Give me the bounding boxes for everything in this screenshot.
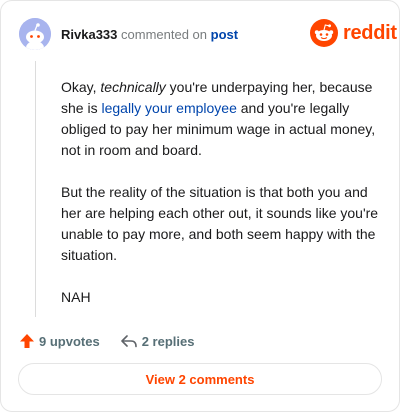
reply-arrow-icon [120, 335, 137, 348]
post-link[interactable]: post [211, 27, 238, 42]
username[interactable]: Rivka333 [61, 27, 117, 42]
reddit-wordmark: reddit [343, 21, 397, 44]
upvotes-button[interactable]: 9 upvotes [19, 333, 100, 349]
legally-employee-link[interactable]: legally your employee [101, 100, 236, 116]
upvote-arrow-icon [20, 334, 34, 348]
snoo-avatar-icon [19, 18, 51, 50]
comment-body: Okay, technically you're underpaying her… [61, 77, 379, 308]
comment-paragraph-3: NAH [61, 289, 91, 305]
comment-header: Rivka333 commented on post [61, 27, 238, 43]
reddit-logo-icon [310, 19, 338, 47]
reddit-logo[interactable]: reddit [310, 19, 397, 47]
view-comments-button[interactable]: View 2 comments [18, 363, 382, 395]
upvotes-label: 9 upvotes [39, 333, 100, 349]
comment-embed-card: Rivka333 commented on post reddit Okay, … [0, 0, 400, 412]
comment-actions: 9 upvotes 2 replies [19, 331, 194, 351]
thread-line[interactable] [35, 61, 36, 317]
replies-label: 2 replies [141, 333, 195, 349]
comment-paragraph-1: Okay, technically you're underpaying her… [61, 79, 376, 158]
commented-on-text: commented on [121, 27, 208, 42]
avatar[interactable] [19, 18, 51, 50]
comment-paragraph-2: But the reality of the situation is that… [61, 184, 379, 263]
replies-button[interactable]: 2 replies [120, 333, 195, 349]
